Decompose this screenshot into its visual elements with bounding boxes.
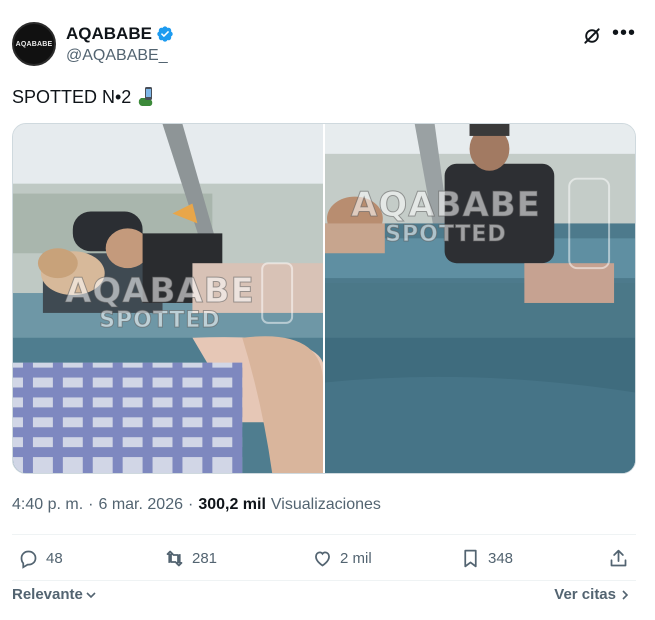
reply-count: 48 <box>46 550 63 567</box>
repost-count: 281 <box>192 550 218 567</box>
post-meta: 4:40 p. m. · 6 mar. 2026 · 300,2 mil Vis… <box>12 496 381 514</box>
watermark-title: AQABABE <box>351 185 541 225</box>
post-text-content: SPOTTED N•2 <box>12 86 132 107</box>
views-count: 300,2 mil <box>198 496 266 513</box>
meta-separator: · <box>88 496 94 513</box>
verified-badge-icon <box>157 26 173 42</box>
reply-icon <box>20 550 37 569</box>
bookmark-button[interactable]: 348 <box>460 548 513 569</box>
bookmark-icon <box>464 549 477 568</box>
post-text: SPOTTED N•2 <box>12 86 155 108</box>
grok-icon[interactable] <box>582 26 602 46</box>
sort-label: Relevante <box>12 586 83 603</box>
views-label: Visualizaciones <box>270 496 381 513</box>
bookmark-count: 348 <box>488 550 514 567</box>
divider <box>12 580 636 581</box>
watermark: AQABABE SPOTTED <box>65 271 255 333</box>
heart-icon <box>315 551 330 567</box>
reply-button[interactable]: 48 <box>18 548 63 569</box>
sort-dropdown[interactable]: Relevante <box>12 586 97 603</box>
photo-1[interactable]: AQABABE SPOTTED <box>13 124 323 473</box>
author-display-name-row[interactable]: AQABABE <box>66 24 174 44</box>
more-options-icon[interactable]: ••• <box>612 23 636 43</box>
chevron-down-icon <box>86 591 96 598</box>
action-bar: 48 281 2 mil 348 <box>12 548 636 576</box>
like-count: 2 mil <box>340 550 372 567</box>
author-names: AQABABE @AQABABE_ <box>66 24 174 65</box>
author-display-name[interactable]: AQABABE <box>66 24 152 44</box>
share-button[interactable] <box>608 548 629 569</box>
author-handle[interactable]: @AQABABE_ <box>66 47 174 65</box>
mobile-phone-icon <box>139 87 153 106</box>
share-icon <box>610 549 627 567</box>
photo-2-image <box>325 124 635 473</box>
watermark-subtitle: SPOTTED <box>99 308 221 333</box>
avatar-logo-text: AQABABE <box>15 40 53 48</box>
avatar[interactable]: AQABABE <box>12 22 56 66</box>
post-date[interactable]: 6 mar. 2026 <box>98 496 183 514</box>
chevron-right-icon <box>622 589 629 600</box>
post-header: AQABABE AQABABE @AQABABE_ ••• <box>12 22 642 70</box>
quotes-label: Ver citas <box>554 586 616 603</box>
view-quotes-link[interactable]: Ver citas <box>554 586 630 603</box>
repost-icon <box>166 550 183 567</box>
repost-button[interactable]: 281 <box>164 548 217 569</box>
watermark-title: AQABABE <box>65 271 255 311</box>
like-button[interactable]: 2 mil <box>312 548 372 569</box>
divider <box>12 534 636 535</box>
watermark: AQABABE SPOTTED <box>351 185 541 247</box>
post-time[interactable]: 4:40 p. m. <box>12 496 83 514</box>
media-gallery[interactable]: AQABABE SPOTTED AQABABE SPOTTED <box>12 123 636 474</box>
replies-footer: Relevante Ver citas <box>12 586 636 608</box>
meta-separator: · <box>187 496 194 513</box>
photo-2[interactable]: AQABABE SPOTTED <box>325 124 635 473</box>
watermark-subtitle: SPOTTED <box>385 222 507 247</box>
